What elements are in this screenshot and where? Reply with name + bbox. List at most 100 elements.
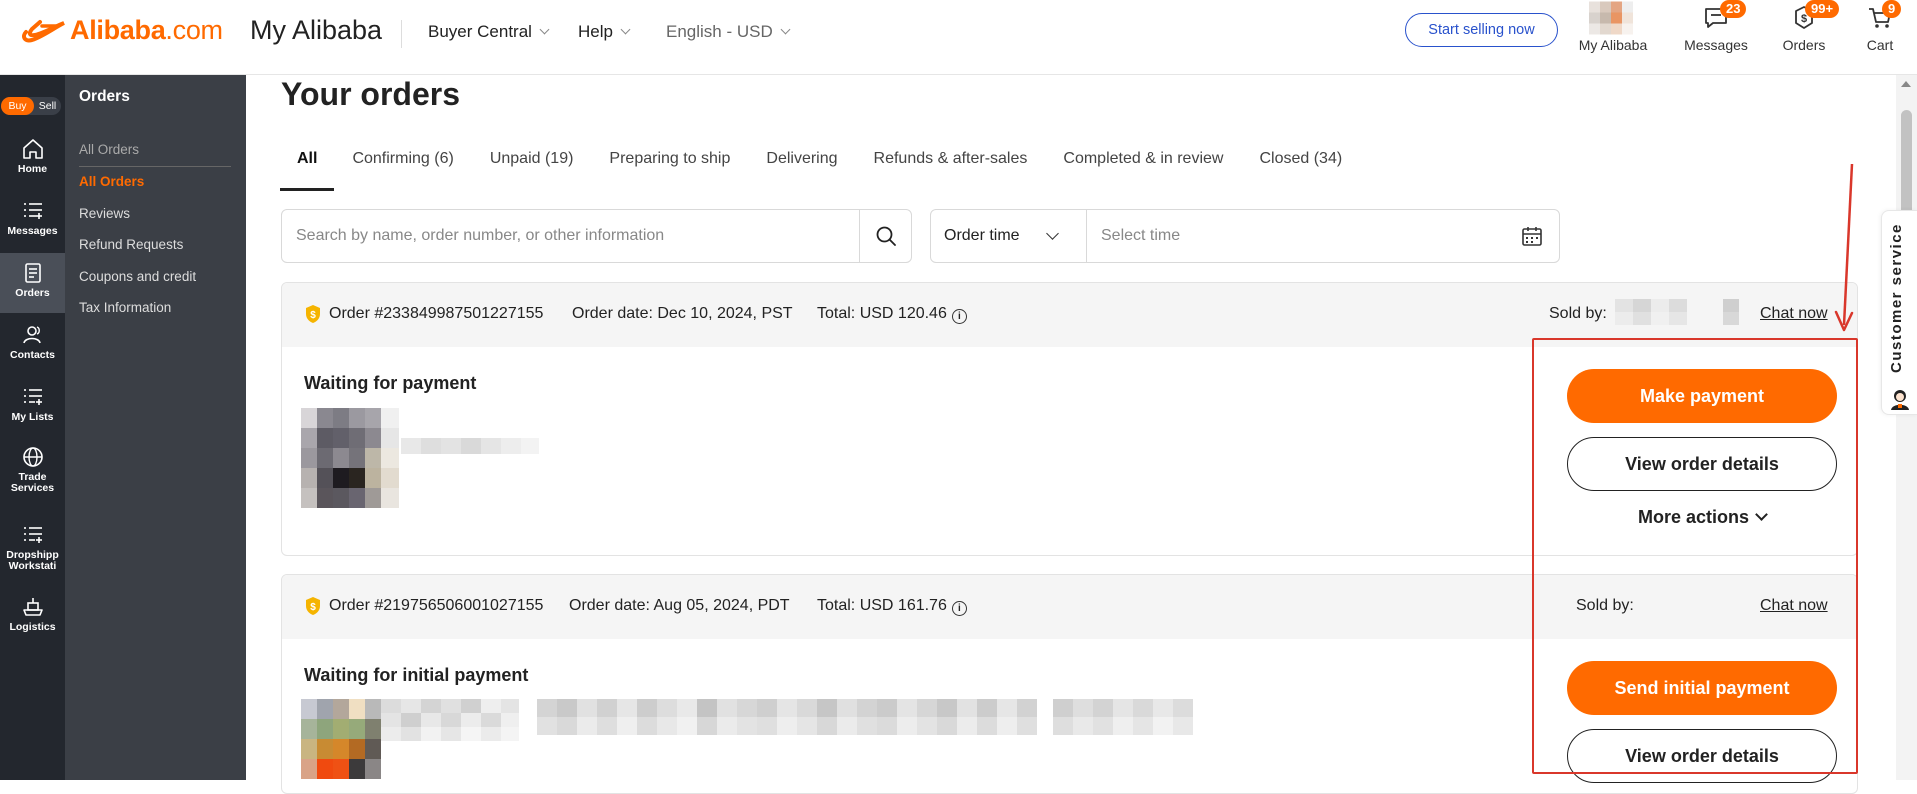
search-icon — [876, 226, 896, 246]
info-icon[interactable]: i — [951, 601, 967, 616]
order-total-text: Total: USD 161.76 — [817, 597, 947, 614]
rail-item-logistics[interactable]: Logistics — [0, 589, 65, 647]
calendar-icon[interactable] — [1521, 225, 1543, 247]
rail-item-trade-services[interactable]: Trade Services — [0, 439, 65, 509]
list-add-icon — [23, 527, 42, 543]
order-number: Order #219756506001027155 — [329, 597, 544, 614]
order-time-select[interactable]: Order time — [931, 210, 1087, 262]
search-input[interactable]: Search by name, order number, or other i… — [296, 227, 664, 245]
trade-assurance-icon: $ — [306, 597, 320, 615]
svg-text:$: $ — [310, 602, 316, 613]
cart-link[interactable]: 9 Cart — [1858, 0, 1902, 60]
sidebar-item-all-orders[interactable]: All Orders — [79, 174, 144, 189]
rail-item-messages[interactable]: Messages — [0, 193, 65, 251]
order-total-text: Total: USD 120.46 — [817, 305, 947, 322]
buyer-central-label: Buyer Central — [428, 22, 532, 41]
page-scrollbar[interactable] — [1896, 75, 1917, 780]
help-label: Help — [578, 22, 613, 41]
seller-name-blurred — [1615, 299, 1739, 325]
time-filter: Order time Select time — [930, 209, 1560, 263]
chevron-down-icon — [620, 24, 631, 35]
sidebar-item-tax-information[interactable]: Tax Information — [79, 300, 171, 315]
sidebar-divider — [79, 166, 231, 167]
messages-label: Messages — [1684, 37, 1748, 53]
order-status: Waiting for initial payment — [304, 665, 529, 685]
site-title[interactable]: My Alibaba — [250, 15, 382, 46]
rail-item-contacts[interactable]: Contacts — [0, 315, 65, 373]
tab-completed[interactable]: Completed & in review — [1045, 135, 1241, 191]
buy-sell-toggle[interactable]: Buy Sell — [1, 97, 61, 115]
contacts-icon — [22, 326, 41, 344]
rail-item-orders[interactable]: Orders — [0, 253, 65, 313]
tab-refunds[interactable]: Refunds & after-sales — [856, 135, 1046, 191]
trade-assurance-icon: $ — [306, 305, 320, 323]
chevron-down-icon — [539, 24, 550, 35]
rail-item-label-line2: Services — [10, 482, 55, 494]
tab-confirming[interactable]: Confirming (6) — [334, 135, 471, 191]
product-thumbnail-blurred[interactable] — [301, 408, 601, 528]
rail-item-label: My Lists — [11, 411, 54, 423]
orders-label: Orders — [1782, 37, 1826, 53]
sidebar-item-refund-requests[interactable]: Refund Requests — [79, 237, 183, 252]
chevron-down-icon — [780, 24, 791, 35]
language-currency-menu[interactable]: English - USD — [666, 22, 791, 42]
list-add-icon — [23, 389, 42, 405]
search-button[interactable] — [859, 210, 911, 262]
rail-item-my-lists[interactable]: My Lists — [0, 375, 65, 433]
rail-item-label: Contacts — [10, 349, 55, 361]
tab-all[interactable]: All — [280, 135, 335, 191]
svg-text:$: $ — [310, 310, 316, 321]
orders-link[interactable]: $ 99+ Orders — [1768, 0, 1840, 60]
buyer-central-menu[interactable]: Buyer Central — [428, 22, 550, 42]
top-header: Alibaba.com My Alibaba Buyer Central Hel… — [0, 0, 1917, 75]
help-menu[interactable]: Help — [578, 22, 631, 42]
my-alibaba-link[interactable]: My Alibaba — [1573, 0, 1653, 60]
header-divider — [401, 20, 402, 48]
customer-service-tab[interactable]: Customer service — [1881, 210, 1917, 415]
order-total: Total: USD 161.76 i — [817, 597, 967, 616]
icon-rail: Buy Sell Home Messages Orders Contacts M… — [0, 75, 65, 780]
list-icon — [23, 203, 42, 219]
page-title: Your orders — [281, 76, 460, 112]
order-number: Order #233849987501227155 — [329, 305, 544, 322]
messages-badge: 23 — [1720, 0, 1747, 18]
customer-service-label: Customer service — [1888, 223, 1905, 373]
logo-domain: .com — [165, 14, 223, 45]
cart-label: Cart — [1866, 37, 1894, 53]
home-icon — [22, 139, 43, 159]
buy-toggle[interactable]: Buy — [1, 97, 34, 115]
rail-item-home[interactable]: Home — [0, 133, 65, 189]
avatar — [1589, 1, 1633, 35]
rail-item-label-line2: Workstati — [8, 560, 57, 572]
orders-badge: 99+ — [1805, 0, 1840, 18]
order-date: Order date: Aug 05, 2024, PDT — [569, 597, 790, 614]
rail-item-label: Messages — [7, 225, 58, 237]
annotation-arrow — [1834, 163, 1854, 332]
chevron-down-icon — [1045, 227, 1059, 240]
info-icon[interactable]: i — [951, 309, 967, 324]
scroll-up-arrow-icon[interactable] — [1901, 81, 1911, 87]
rail-item-label: Orders — [15, 287, 50, 299]
select-time-input[interactable]: Select time — [1101, 227, 1180, 245]
tab-unpaid[interactable]: Unpaid (19) — [472, 135, 592, 191]
messages-link[interactable]: 23 Messages — [1676, 0, 1756, 60]
rail-item-label: Home — [17, 163, 48, 175]
sidebar-item-coupons-credit[interactable]: Coupons and credit — [79, 269, 196, 284]
tab-closed[interactable]: Closed (34) — [1241, 135, 1360, 191]
tab-preparing-to-ship[interactable]: Preparing to ship — [591, 135, 748, 191]
start-selling-button[interactable]: Start selling now — [1405, 13, 1558, 47]
sidebar-item-all-orders-header[interactable]: All Orders — [79, 142, 139, 157]
alibaba-logo[interactable]: Alibaba.com — [20, 14, 223, 46]
sidebar-item-reviews[interactable]: Reviews — [79, 206, 130, 221]
order-time-label: Order time — [944, 227, 1020, 244]
sidebar-title: Orders — [79, 88, 130, 105]
rail-item-dropshipping[interactable]: Dropshipp Workstati — [0, 513, 65, 583]
order-date: Order date: Dec 10, 2024, PST — [572, 305, 793, 322]
logo-text: Alibaba — [70, 14, 166, 45]
order-search-box: Search by name, order number, or other i… — [281, 209, 912, 263]
highlight-annotation-box — [1532, 338, 1858, 774]
sell-toggle[interactable]: Sell — [34, 97, 61, 115]
tab-delivering[interactable]: Delivering — [748, 135, 855, 191]
my-alibaba-label: My Alibaba — [1578, 37, 1648, 53]
chat-now-link[interactable]: Chat now — [1760, 305, 1828, 323]
